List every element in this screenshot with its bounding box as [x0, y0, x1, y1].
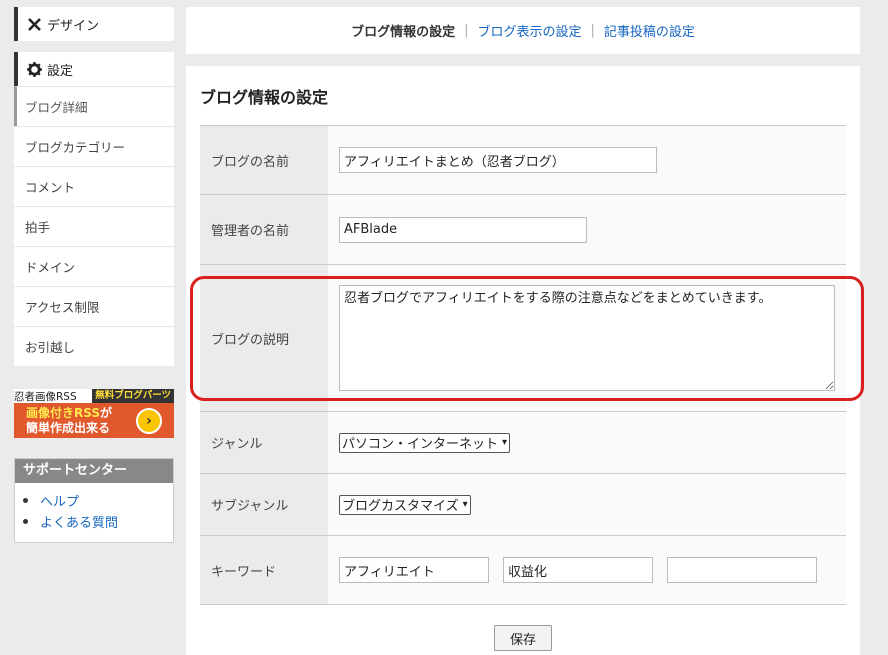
support-link-label: よくある質問 [40, 516, 119, 531]
form-row-subgenre: サブジャンル ブログカスタマイズ ▾ [200, 474, 846, 536]
sidebar-settings-label: 設定 [47, 63, 74, 79]
sidebar-item-blog-category[interactable]: ブログカテゴリー [14, 126, 174, 166]
sidebar-settings-header[interactable]: 設定 [14, 52, 174, 86]
highlight-annotation-box [190, 276, 864, 401]
keywords-cell [328, 536, 846, 604]
banner-top-strip: 忍者画像RSS 無料ブログパーツ [14, 389, 174, 403]
subgenre-cell: ブログカスタマイズ ▾ [328, 474, 846, 535]
tab-separator: | [590, 23, 595, 38]
chevron-down-icon: ▾ [502, 437, 508, 448]
gear-icon [26, 61, 42, 77]
blog-name-cell [328, 126, 846, 194]
support-center-box: サポートセンター ヘルプ よくある質問 [14, 458, 174, 543]
sidebar-design-header[interactable]: デザイン [14, 7, 174, 41]
chevron-right-icon: › [136, 408, 162, 434]
admin-name-cell [328, 195, 846, 264]
support-link-label: ヘルプ [40, 495, 80, 510]
admin-name-label: 管理者の名前 [200, 195, 328, 264]
tab-separator: | [464, 23, 469, 38]
keywords-label: キーワード [200, 536, 328, 604]
settings-tabs-nav: ブログ情報の設定 | ブログ表示の設定 | 記事投稿の設定 [186, 7, 860, 54]
genre-selected-value: パソコン・インターネット [342, 437, 499, 452]
sidebar-item-move[interactable]: お引越し [14, 326, 174, 366]
banner-badge: 無料ブログパーツ [92, 389, 174, 403]
support-center-title: サポートセンター [15, 459, 173, 483]
rss-banner-ad[interactable]: 忍者画像RSS 無料ブログパーツ 画像付きRSSが 簡単作成出来る › [14, 389, 174, 438]
sidebar-item-access-restriction[interactable]: アクセス制限 [14, 286, 174, 326]
tab-post-settings[interactable]: 記事投稿の設定 [604, 21, 695, 40]
sidebar-item-comments[interactable]: コメント [14, 166, 174, 206]
design-tools-icon [26, 16, 42, 32]
banner-line1-rest: が [100, 406, 113, 420]
banner-line2: 簡単作成出来る [26, 421, 111, 435]
banner-brand: 忍者画像RSS [14, 390, 77, 403]
genre-label: ジャンル [200, 412, 328, 473]
blog-name-label: ブログの名前 [200, 126, 328, 194]
blog-name-input[interactable] [339, 147, 657, 173]
genre-cell: パソコン・インターネット ▾ [328, 412, 846, 473]
sidebar-item-applause[interactable]: 拍手 [14, 206, 174, 246]
subgenre-label: サブジャンル [200, 474, 328, 535]
sidebar-item-blog-details[interactable]: ブログ詳細 [14, 86, 174, 126]
sidebar-design-label: デザイン [47, 18, 100, 34]
support-links: ヘルプ よくある質問 [15, 483, 173, 532]
save-button[interactable]: 保存 [494, 625, 552, 651]
keyword-input-3[interactable] [667, 557, 817, 583]
tab-blog-info[interactable]: ブログ情報の設定 [351, 21, 455, 40]
form-row-keywords: キーワード [200, 536, 846, 605]
sidebar-settings-box: 設定 ブログ詳細 ブログカテゴリー コメント 拍手 ドメイン アクセス制限 お引… [14, 52, 174, 366]
form-row-admin-name: 管理者の名前 [200, 195, 846, 265]
genre-select[interactable]: パソコン・インターネット ▾ [339, 432, 511, 453]
banner-text: 画像付きRSSが 簡単作成出来る [26, 406, 112, 436]
admin-name-input[interactable] [339, 216, 587, 243]
subgenre-selected-value: ブログカスタマイズ [342, 499, 459, 514]
keyword-input-1[interactable] [339, 557, 489, 583]
bullet-icon [23, 519, 28, 524]
form-row-genre: ジャンル パソコン・インターネット ▾ [200, 412, 846, 474]
form-row-blog-name: ブログの名前 [200, 126, 846, 195]
keyword-input-2[interactable] [503, 557, 653, 583]
sidebar-design-box: デザイン [14, 7, 174, 41]
support-link-help[interactable]: ヘルプ [23, 490, 173, 511]
page-title: ブログ情報の設定 [200, 88, 329, 107]
sidebar-item-domain[interactable]: ドメイン [14, 246, 174, 286]
support-link-faq[interactable]: よくある質問 [23, 511, 173, 532]
banner-line1-highlight: 画像付きRSS [26, 406, 100, 420]
bullet-icon [23, 498, 28, 503]
chevron-down-icon: ▾ [462, 499, 468, 510]
tab-blog-display[interactable]: ブログ表示の設定 [477, 21, 581, 40]
subgenre-select[interactable]: ブログカスタマイズ ▾ [339, 494, 471, 515]
